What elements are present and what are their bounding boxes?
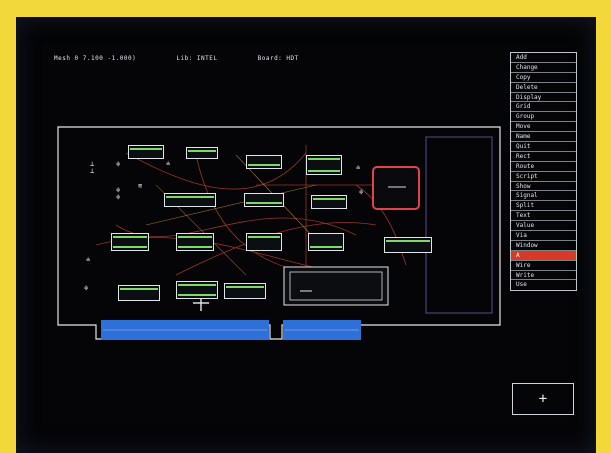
menu-item-display[interactable]: Display bbox=[511, 93, 576, 103]
capacitor-symbol[interactable]: ≑ bbox=[84, 285, 88, 292]
menu-item-rect[interactable]: Rect bbox=[511, 152, 576, 162]
capacitor-symbol[interactable]: ≋ bbox=[138, 183, 142, 190]
ic-chip[interactable] bbox=[186, 147, 218, 159]
ic-chip[interactable] bbox=[176, 233, 214, 251]
menu-item-script[interactable]: Script bbox=[511, 172, 576, 182]
menu-item-use[interactable]: Use bbox=[511, 280, 576, 290]
menu-item-grid[interactable]: Grid bbox=[511, 102, 576, 113]
pcb-canvas[interactable]: ⊥ ⊥ ≑ ≐ ≑ ≑ ≋ ≐ ≑ ≐ ≑ bbox=[56, 125, 516, 365]
ic-chip[interactable] bbox=[176, 281, 218, 299]
menu-item-write[interactable]: Write bbox=[511, 271, 576, 281]
menu-item-show[interactable]: Show bbox=[511, 182, 576, 192]
large-component-outline bbox=[425, 136, 493, 314]
ic-chip[interactable] bbox=[246, 233, 282, 251]
ic-chip[interactable] bbox=[246, 155, 282, 169]
menu-item-add[interactable]: Add bbox=[511, 53, 576, 63]
menu-item-route[interactable]: Route bbox=[511, 162, 576, 172]
menu-item-delete[interactable]: Delete bbox=[511, 83, 576, 93]
monitor-screen: Mesh 0 7.100 -1.000) Lib: INTEL Board: H… bbox=[16, 17, 596, 453]
ic-chip[interactable] bbox=[224, 283, 266, 299]
ic-chip[interactable] bbox=[111, 233, 149, 251]
capacitor-symbol[interactable]: ≑ ≑ bbox=[116, 187, 120, 201]
capacitor-symbol[interactable]: ≐ bbox=[356, 165, 360, 172]
menu-item-window[interactable]: Window bbox=[511, 241, 576, 251]
menu-item-signal[interactable]: Signal bbox=[511, 191, 576, 202]
plus-icon: + bbox=[538, 391, 548, 407]
menu-item-name[interactable]: Name bbox=[511, 132, 576, 143]
ic-chip[interactable] bbox=[128, 145, 164, 159]
menu-item-via[interactable]: Via bbox=[511, 231, 576, 241]
menu-item-quit[interactable]: Quit bbox=[511, 142, 576, 152]
menu-item-group[interactable]: Group bbox=[511, 112, 576, 123]
ic-chip[interactable] bbox=[306, 155, 342, 175]
ic-chip[interactable] bbox=[384, 237, 432, 253]
capacitor-symbol[interactable]: ≐ bbox=[166, 161, 170, 168]
ic-chip[interactable] bbox=[164, 193, 216, 207]
menu-item-wire[interactable]: Wire bbox=[511, 261, 576, 271]
plus-button[interactable]: + bbox=[512, 383, 574, 415]
menu-item-value[interactable]: Value bbox=[511, 221, 576, 232]
menu-item-copy[interactable]: Copy bbox=[511, 73, 576, 83]
menu-item-split[interactable]: Split bbox=[511, 201, 576, 212]
capacitor-symbol[interactable]: ≐ bbox=[86, 257, 90, 264]
capacitor-symbol[interactable]: ⊥ ⊥ bbox=[90, 161, 94, 175]
ic-chip[interactable] bbox=[118, 285, 160, 301]
capacitor-symbol[interactable]: ≑ bbox=[116, 161, 120, 168]
menu-item-text[interactable]: Text bbox=[511, 211, 576, 222]
library-readout: Lib: INTEL bbox=[176, 55, 218, 62]
status-line: Mesh 0 7.100 -1.000) Lib: INTEL Board: H… bbox=[54, 55, 335, 62]
selected-component bbox=[372, 166, 420, 210]
menu-item-change[interactable]: Change bbox=[511, 63, 576, 73]
command-menu: Add Change Copy Delete Display Grid Group Move N… bbox=[510, 52, 577, 292]
connector-block bbox=[283, 266, 389, 306]
board-readout: Board: HDT bbox=[257, 55, 299, 62]
mesh-readout: Mesh 0 7.100 -1.000) bbox=[54, 55, 137, 62]
menu-item-a[interactable]: A bbox=[511, 250, 576, 261]
ic-chip[interactable] bbox=[311, 195, 347, 209]
ic-chip[interactable] bbox=[308, 233, 344, 251]
ic-chip[interactable] bbox=[244, 193, 284, 207]
capacitor-symbol[interactable]: ≑ bbox=[359, 189, 363, 196]
menu-item-move[interactable]: Move bbox=[511, 122, 576, 133]
